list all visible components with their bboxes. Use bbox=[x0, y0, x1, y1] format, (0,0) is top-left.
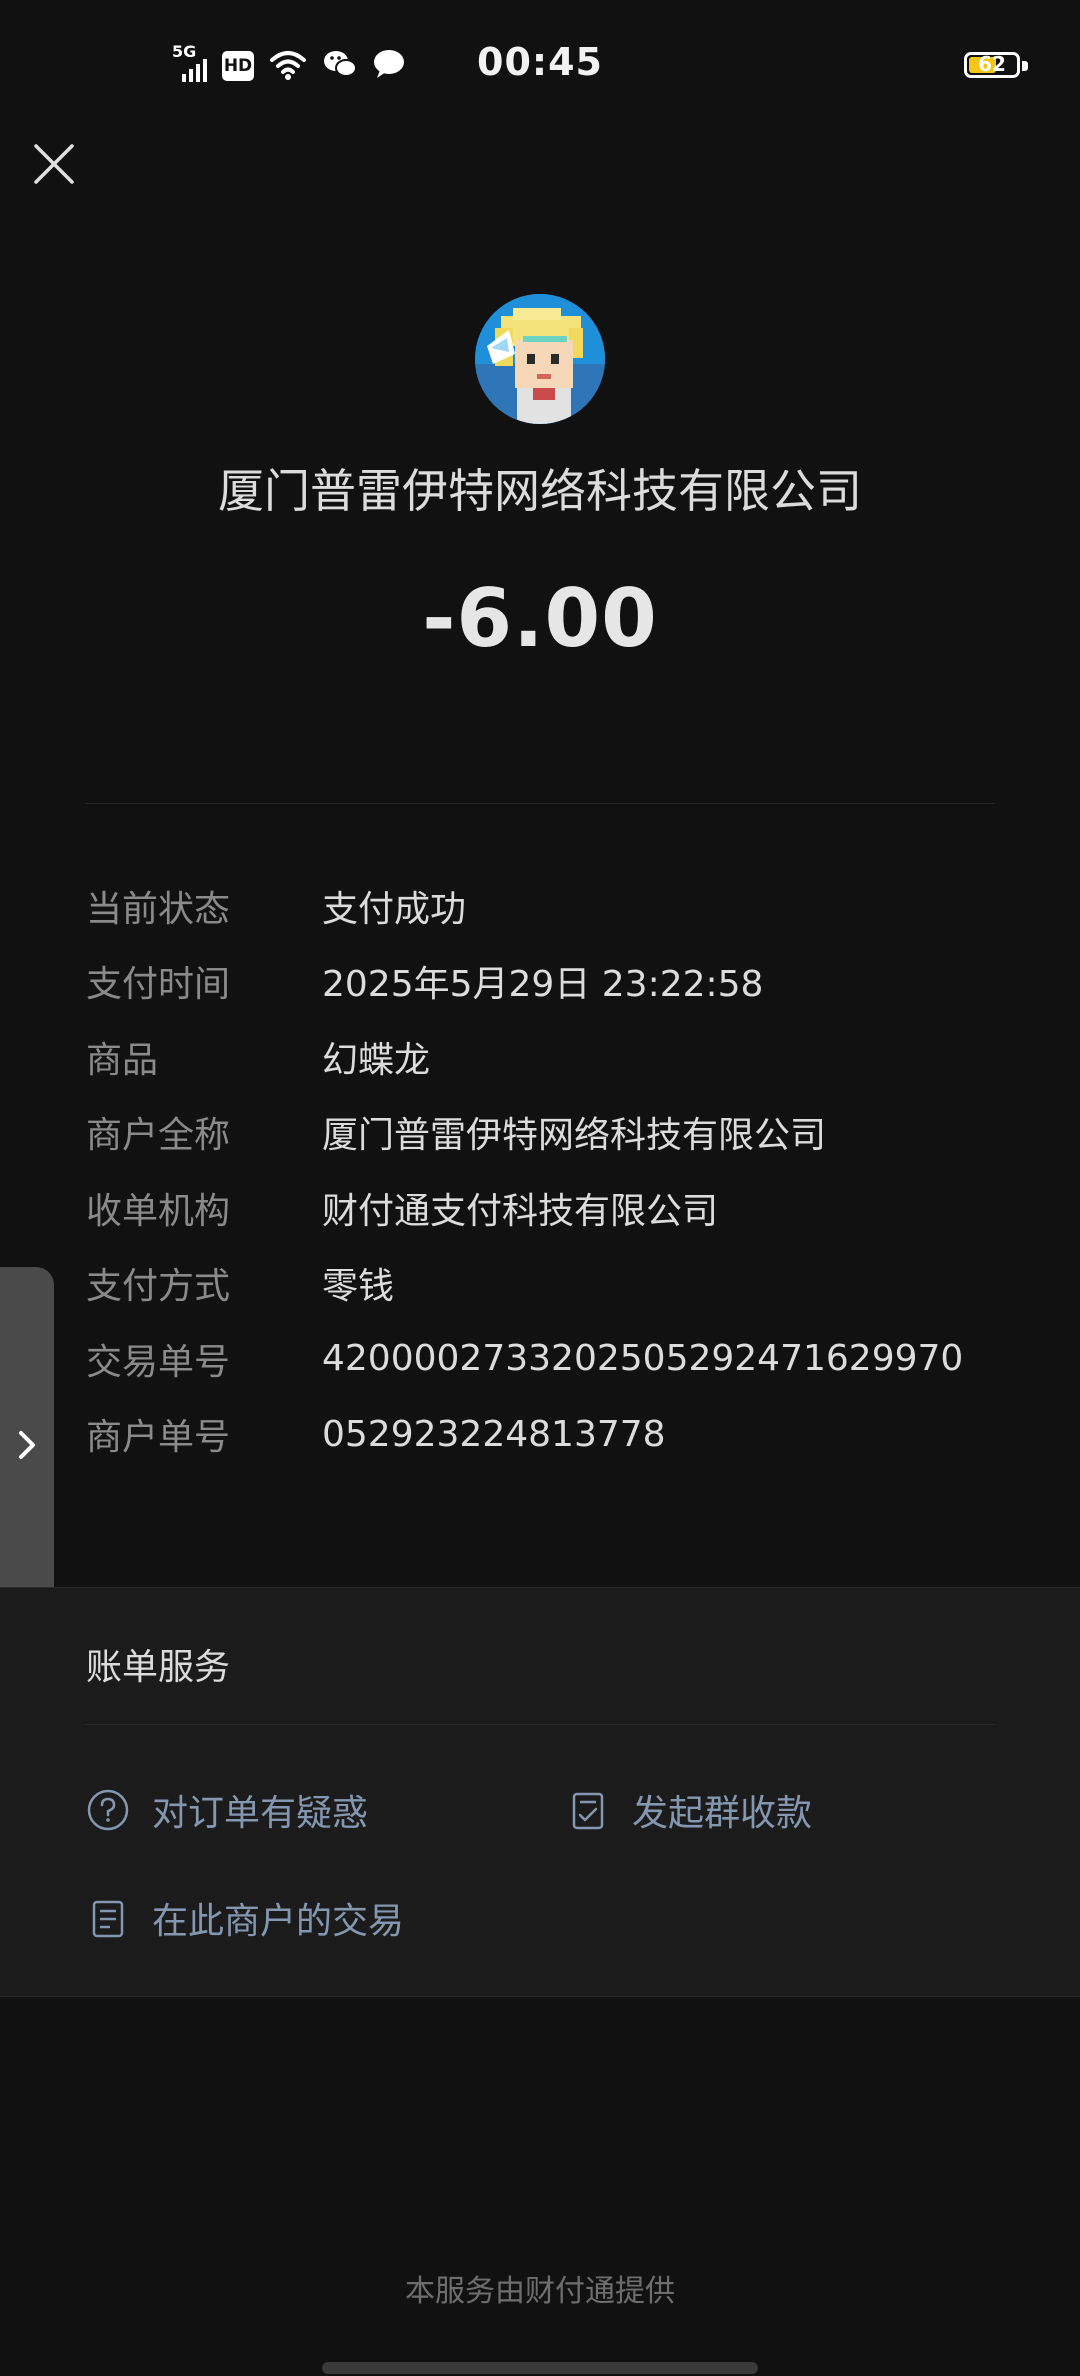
battery-icon: 62 bbox=[964, 52, 1020, 78]
detail-label: 商品 bbox=[86, 1039, 159, 1081]
detail-row-payment-time: 支付时间 2025年5月29日 23:22:58 bbox=[86, 944, 1046, 1020]
status-bar: 5G HD 00:45 62 bbox=[0, 0, 1080, 130]
footer-provider-text: 本服务由财付通提供 bbox=[405, 2274, 675, 2309]
detail-label: 支付时间 bbox=[86, 964, 231, 1006]
close-button[interactable] bbox=[24, 130, 84, 190]
detail-row-status: 当前状态 支付成功 bbox=[86, 868, 1046, 944]
order-question-label: 对订单有疑惑 bbox=[152, 1793, 369, 1834]
divider bbox=[86, 1724, 994, 1725]
home-indicator[interactable] bbox=[322, 2362, 758, 2374]
detail-row-acquirer: 收单机构 财付通支付科技有限公司 bbox=[86, 1170, 1046, 1246]
order-question-link[interactable]: 对订单有疑惑 bbox=[86, 1784, 368, 1836]
group-collection-link[interactable]: 发起群收款 bbox=[566, 1784, 812, 1836]
chevron-right-icon bbox=[19, 1431, 35, 1459]
detail-label: 商户单号 bbox=[86, 1417, 231, 1459]
detail-value: 2025年5月29日 23:22:58 bbox=[322, 964, 764, 1006]
detail-value: 幻蝶龙 bbox=[322, 1039, 431, 1081]
bill-services-card: 账单服务 对订单有疑惑 发起群收款 在此商户的交易 bbox=[0, 1587, 1080, 1997]
detail-label: 商户全称 bbox=[86, 1115, 231, 1157]
detail-label: 当前状态 bbox=[86, 888, 231, 930]
battery-cap bbox=[1022, 61, 1028, 71]
detail-value[interactable]: 052923224813778 bbox=[322, 1414, 666, 1455]
merchant-avatar-image bbox=[475, 294, 605, 424]
detail-value[interactable]: 4200002733202505292471629970 bbox=[322, 1338, 963, 1379]
detail-row-transaction-number: 交易单号 4200002733202505292471629970 bbox=[86, 1321, 1046, 1397]
detail-value: 厦门普雷伊特网络科技有限公司 bbox=[322, 1115, 827, 1157]
status-time: 00:45 bbox=[477, 40, 603, 84]
divider bbox=[86, 803, 994, 804]
detail-value: 支付成功 bbox=[322, 888, 467, 930]
merchant-avatar bbox=[475, 294, 605, 424]
bill-services-title: 账单服务 bbox=[86, 1647, 231, 1688]
document-icon bbox=[86, 1896, 130, 1940]
detail-row-product: 商品 幻蝶龙 bbox=[86, 1019, 1046, 1095]
close-icon bbox=[34, 144, 74, 184]
detail-label: 交易单号 bbox=[86, 1341, 231, 1383]
question-circle-icon bbox=[86, 1788, 130, 1832]
detail-value: 财付通支付科技有限公司 bbox=[322, 1190, 719, 1232]
side-drawer-handle[interactable] bbox=[0, 1267, 54, 1621]
merchant-transactions-label: 在此商户的交易 bbox=[152, 1901, 405, 1942]
merchant-name-title: 厦门普雷伊特网络科技有限公司 bbox=[218, 464, 862, 518]
detail-label: 支付方式 bbox=[86, 1266, 231, 1308]
battery-level-text: 62 bbox=[978, 52, 1006, 76]
detail-label: 收单机构 bbox=[86, 1190, 231, 1232]
payment-amount: -6.00 bbox=[422, 572, 658, 665]
checklist-doc-icon bbox=[566, 1788, 610, 1832]
detail-row-merchant-fullname: 商户全称 厦门普雷伊特网络科技有限公司 bbox=[86, 1095, 1046, 1171]
transaction-details: 当前状态 支付成功 支付时间 2025年5月29日 23:22:58 商品 幻蝶… bbox=[86, 868, 1046, 1472]
detail-row-merchant-order-number: 商户单号 052923224813778 bbox=[86, 1397, 1046, 1473]
detail-value: 零钱 bbox=[322, 1266, 395, 1308]
merchant-transactions-link[interactable]: 在此商户的交易 bbox=[86, 1892, 404, 1944]
bill-detail-page: 5G HD 00:45 62 厦门普雷伊特网络科技有限公司 -6.00 当前状态… bbox=[0, 0, 1080, 2376]
detail-row-payment-method: 支付方式 零钱 bbox=[86, 1246, 1046, 1322]
group-collection-label: 发起群收款 bbox=[632, 1793, 813, 1834]
